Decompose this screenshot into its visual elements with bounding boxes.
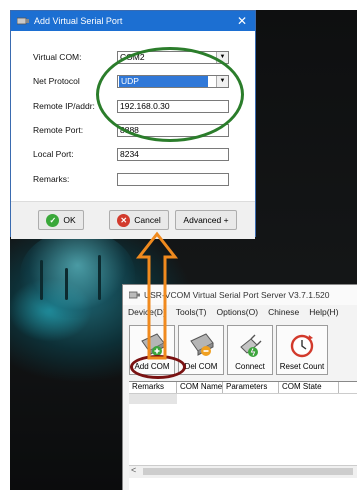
connect-label: Connect <box>235 362 265 371</box>
com-list-table[interactable]: Remarks COM Name Parameters COM State < <box>129 381 357 490</box>
reset-count-label: Reset Count <box>279 362 325 371</box>
row-selector <box>129 394 177 404</box>
remote-ip-row: Remote IP/addr: <box>33 99 105 113</box>
local-port-label: Local Port: <box>33 149 74 159</box>
cancel-button[interactable]: ✕ Cancel <box>109 210 169 230</box>
net-protocol-row: Net Protocol <box>33 74 105 88</box>
highlight-ellipse-settings <box>96 47 244 142</box>
dialog-title: Add Virtual Serial Port <box>34 16 123 26</box>
remarks-label: Remarks: <box>33 174 70 184</box>
wallpaper-plant <box>98 255 101 300</box>
scrollbar-thumb[interactable] <box>143 468 353 475</box>
remote-port-row: Remote Port: <box>33 123 105 137</box>
cancel-label: Cancel <box>134 215 161 225</box>
menu-chinese[interactable]: Chinese <box>263 307 304 317</box>
table-header: Remarks COM Name Parameters COM State <box>129 382 357 394</box>
menu-options[interactable]: Options(O) <box>211 307 263 317</box>
ok-button[interactable]: ✓ OK <box>38 210 84 230</box>
horizontal-scrollbar[interactable]: < <box>129 465 357 478</box>
column-header[interactable]: Parameters <box>223 382 279 393</box>
local-port-row: Local Port: <box>33 147 105 161</box>
advanced-label: Advanced + <box>183 215 229 225</box>
arrow-up-icon <box>135 231 179 360</box>
remarks-row: Remarks: <box>33 172 105 186</box>
menu-help[interactable]: Help(H) <box>304 307 343 317</box>
remote-ip-label: Remote IP/addr: <box>33 101 95 111</box>
wallpaper-plant <box>40 260 43 300</box>
local-port-field[interactable]: 8234 <box>117 148 229 161</box>
checkmark-icon: ✓ <box>46 213 60 227</box>
cancel-icon: ✕ <box>117 213 131 227</box>
dialog-title-bar[interactable]: Add Virtual Serial Port ✕ <box>11 11 255 31</box>
plug-icon <box>240 334 262 357</box>
close-icon[interactable]: ✕ <box>235 14 249 28</box>
virtual-com-row: Virtual COM: <box>33 50 105 64</box>
net-protocol-label: Net Protocol <box>33 76 80 86</box>
serial-port-icon <box>17 17 29 25</box>
del-com-label: Del COM <box>184 362 218 371</box>
serial-port-delete-icon <box>190 333 214 356</box>
column-header[interactable]: Remarks <box>129 382 177 393</box>
wallpaper-plant <box>65 268 68 300</box>
column-header[interactable]: COM Name <box>177 382 223 393</box>
chevron-left-icon[interactable]: < <box>131 465 136 475</box>
reset-count-button[interactable]: Reset Count <box>276 325 328 375</box>
virtual-com-label: Virtual COM: <box>33 52 82 62</box>
remarks-field[interactable] <box>117 173 229 186</box>
reset-timer-icon <box>290 334 314 358</box>
ok-label: OK <box>63 215 76 225</box>
advanced-button[interactable]: Advanced + <box>175 210 237 230</box>
remote-port-label: Remote Port: <box>33 125 84 135</box>
wallpaper-aquarium <box>20 230 135 318</box>
connect-button[interactable]: Connect <box>227 325 273 375</box>
column-header[interactable]: COM State <box>279 382 339 393</box>
